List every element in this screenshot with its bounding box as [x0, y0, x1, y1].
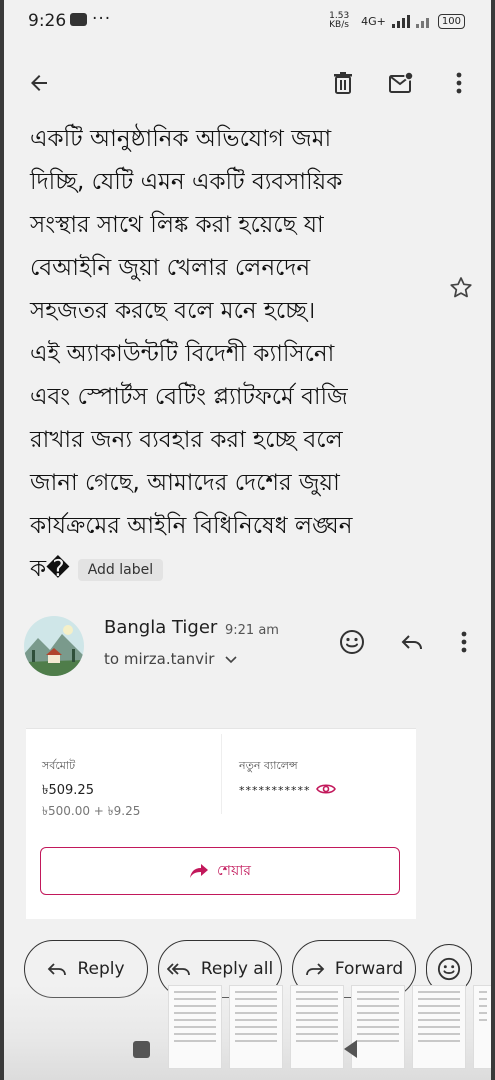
sender-avatar-image — [24, 616, 84, 676]
body-line: রাখার জন্য ব্যবহার করা হচ্ছে বলে — [30, 427, 343, 453]
share-button[interactable]: শেয়ার — [40, 847, 400, 895]
reply-all-icon — [166, 963, 190, 976]
reply-icon-button[interactable] — [396, 626, 428, 658]
body-line: বেআইনি জুয়া খেলার লেনদেন — [30, 255, 311, 281]
add-label-button[interactable]: Add label — [77, 558, 164, 581]
body-line: সংস্থার সাথে লিঙ্ক করা হয়েছে যা — [30, 212, 324, 238]
show-balance-button[interactable] — [316, 781, 336, 800]
reply-icon — [401, 635, 422, 650]
screenshot-thumbnail[interactable] — [168, 985, 222, 1069]
body-line: একটি আনুষ্ঠানিক অভিযোগ জমা — [30, 126, 332, 152]
mark-unread-icon — [389, 71, 414, 93]
top-app-bar — [0, 54, 495, 110]
body-line: জানা গেছে, আমাদের দেশের জুয়া — [30, 470, 340, 496]
eye-icon — [316, 784, 336, 794]
more-notifications-icon: ··· — [92, 9, 112, 29]
add-reaction-icon — [437, 957, 461, 981]
status-bar: 9:26 ··· 1.53 KB/s 4G+ 100 — [0, 0, 495, 44]
recipient-details-toggle[interactable]: to mirza.tanvir — [104, 650, 237, 668]
share-arrow-icon — [190, 864, 208, 878]
screenshot-thumbnail[interactable] — [351, 985, 405, 1069]
status-right: 1.53 KB/s 4G+ 100 — [329, 12, 465, 30]
trash-icon — [334, 72, 352, 94]
forward-icon — [305, 963, 325, 976]
emoji-reaction-button[interactable] — [336, 626, 368, 658]
new-balance-label: নতুন ব্যালেন্স — [239, 759, 298, 772]
more-vert-icon — [456, 72, 462, 94]
sender-name[interactable]: Bangla Tiger — [104, 617, 217, 638]
total-breakdown: ৳500.00 + ৳9.25 — [42, 804, 141, 818]
screenshot-thumbnail[interactable] — [473, 985, 493, 1069]
mark-unread-button[interactable] — [384, 66, 418, 100]
more-options-button[interactable] — [442, 66, 476, 100]
body-line: এই অ্যাকাউন্টটি বিদেশী ক্যাসিনো — [30, 341, 335, 367]
body-line: কার্যক্রমের আইনি বিধিনিষেধ লঙ্ঘন — [30, 513, 353, 539]
back-button[interactable] — [22, 66, 56, 100]
message-time: 9:21 am — [225, 623, 279, 638]
body-truncated-text: ক� — [30, 556, 70, 582]
network-type: 4G+ — [361, 14, 386, 28]
signal-icon — [391, 15, 429, 28]
total-amount: ৳509.25 — [42, 783, 94, 798]
body-line: সহজতর করছে বলে মনে হচ্ছে। — [30, 298, 316, 324]
reply-all-label: Reply all — [200, 959, 274, 979]
star-button[interactable] — [448, 275, 474, 305]
chevron-down-icon — [225, 656, 237, 664]
status-time: 9:26 — [28, 11, 67, 31]
star-icon — [450, 277, 472, 298]
more-vert-icon — [461, 631, 467, 653]
body-line: এবং স্পোর্টস বেটিং প্ল্যাটফর্মে বাজি — [30, 384, 348, 410]
back-nav-button[interactable] — [344, 1040, 357, 1058]
forward-label: Forward — [334, 959, 404, 979]
body-line: দিচ্ছি, যেটি এমন একটি ব্যবসায়িক — [30, 169, 343, 195]
card-divider — [221, 734, 222, 814]
youtube-notification-icon — [70, 13, 87, 26]
battery-icon: 100 — [437, 13, 465, 29]
recipient-text: to mirza.tanvir — [104, 650, 215, 668]
add-reaction-icon — [340, 630, 364, 654]
new-balance-masked: *********** — [239, 784, 311, 797]
transaction-card: সর্বমোট ৳509.25 ৳500.00 + ৳9.25 নতুন ব্য… — [26, 728, 416, 919]
avatar[interactable] — [24, 616, 84, 676]
reply-icon — [48, 963, 67, 976]
arrow-back-icon — [31, 75, 47, 91]
message-more-button[interactable] — [448, 626, 480, 658]
body-last-line: ক� Add label — [30, 548, 450, 591]
recents-nav-button[interactable] — [133, 1041, 150, 1058]
total-label: সর্বমোট — [42, 759, 76, 772]
delete-button[interactable] — [326, 66, 360, 100]
net-speed: 1.53 KB/s — [329, 11, 350, 30]
email-body-text: একটি আনুষ্ঠানিক অভিযোগ জমা দিচ্ছি, যেটি … — [30, 118, 450, 591]
screenshot-thumbnail[interactable] — [229, 985, 283, 1069]
screenshot-thumbnail[interactable] — [290, 985, 344, 1069]
share-label: শেয়ার — [217, 863, 251, 879]
reply-label: Reply — [77, 959, 125, 979]
screenshot-thumbnail[interactable] — [412, 985, 466, 1069]
